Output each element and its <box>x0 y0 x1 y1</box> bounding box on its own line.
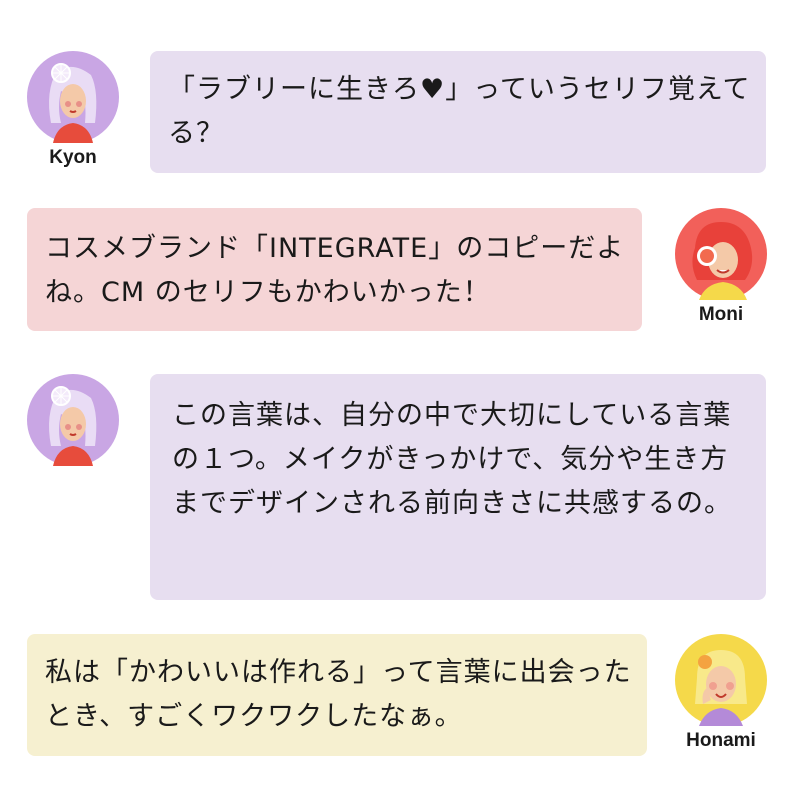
speaker-name: Kyon <box>49 147 97 168</box>
message-bubble: 私は「かわいいは作れる」って言葉に出会ったとき、すごくワクワクしたなぁ。 <box>27 634 647 756</box>
message-text: コスメブランド「INTEGRATE」のコピーだよね。CM のセリフもかわいかった… <box>45 233 625 308</box>
honami-avatar-icon <box>675 634 767 726</box>
speaker-name: Honami <box>686 730 756 751</box>
moni-avatar-icon <box>675 208 767 300</box>
message-text: この言葉は、自分の中で大切にしている言葉の１つ。メイクがきっかけで、気分や生き方… <box>172 400 732 519</box>
honami-avatar-group: Honami <box>675 634 767 752</box>
message-text: 私は「かわいいは作れる」って言葉に出会ったとき、すごくワクワクしたなぁ。 <box>45 657 632 732</box>
speaker-name: Moni <box>698 304 744 325</box>
message-bubble: この言葉は、自分の中で大切にしている言葉の１つ。メイクがきっかけで、気分や生き方… <box>150 374 766 600</box>
message-text: 「ラブリーに生きろ♥」っていうセリフ覚えてる？ <box>168 74 751 149</box>
kyon-avatar-group-2 <box>27 374 119 466</box>
kyon-avatar-icon <box>27 51 119 143</box>
kyon-avatar-icon <box>27 374 119 466</box>
message-bubble: 「ラブリーに生きろ♥」っていうセリフ覚えてる？ <box>150 51 766 173</box>
moni-avatar-group: Moni <box>675 208 767 326</box>
kyon-avatar-group-1: Kyon <box>27 51 119 169</box>
message-bubble: コスメブランド「INTEGRATE」のコピーだよね。CM のセリフもかわいかった… <box>27 208 642 331</box>
